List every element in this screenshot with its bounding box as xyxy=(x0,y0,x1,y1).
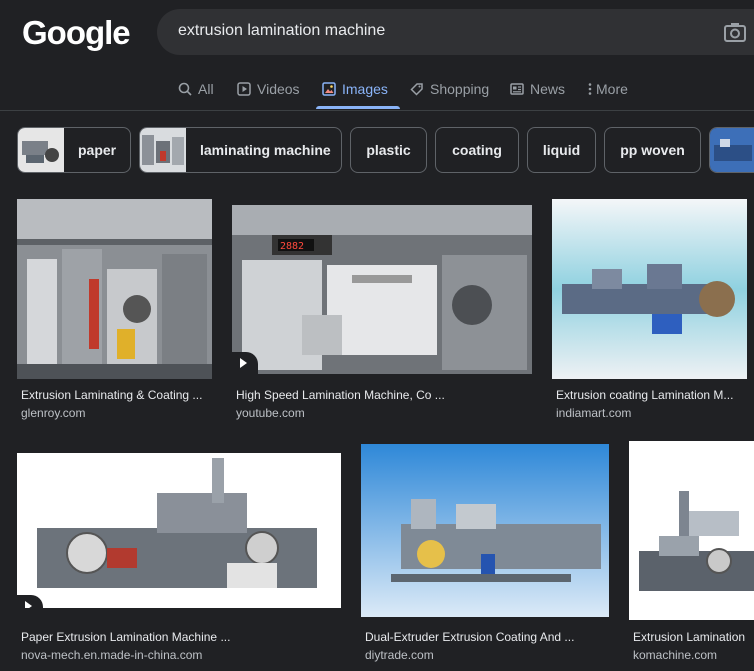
factory-machine-image xyxy=(17,199,212,379)
tab-all[interactable]: All xyxy=(178,70,214,108)
chip-liquid[interactable]: liquid xyxy=(527,127,596,173)
tab-label: All xyxy=(198,81,214,97)
tabs-divider xyxy=(0,110,754,111)
factory-machine-image xyxy=(361,444,609,617)
tab-label: Images xyxy=(342,81,388,97)
result-source: diytrade.com xyxy=(365,648,434,662)
chip-coating[interactable]: coating xyxy=(435,127,519,173)
tab-label: News xyxy=(530,81,566,97)
chip-label: liquid xyxy=(542,142,581,158)
factory-machine-image: 2882 xyxy=(232,205,532,374)
result-title[interactable]: Paper Extrusion Lamination Machine ... xyxy=(21,630,341,644)
chip-plastic[interactable]: plastic xyxy=(350,127,427,173)
search-input[interactable]: extrusion lamination machine xyxy=(178,22,385,40)
chip-thumbnail xyxy=(710,128,754,172)
chip-laminating-machine[interactable]: laminating machine xyxy=(139,127,342,173)
result-source: youtube.com xyxy=(236,406,305,420)
factory-machine-image xyxy=(629,441,754,620)
chip-thumbnail xyxy=(140,128,186,172)
camera-icon[interactable] xyxy=(724,22,746,42)
result-image[interactable] xyxy=(552,199,747,379)
result-source: glenroy.com xyxy=(21,406,86,420)
chip-pp-woven[interactable]: pp woven xyxy=(604,127,701,173)
news-icon xyxy=(510,83,524,95)
image-icon xyxy=(322,82,336,96)
chip-label: coating xyxy=(452,142,502,158)
chip-label: pp woven xyxy=(620,142,685,158)
result-image[interactable] xyxy=(629,441,754,620)
result-title[interactable]: Extrusion Laminating & Coating ... xyxy=(21,388,211,402)
search-bar[interactable]: extrusion lamination machine xyxy=(157,9,754,55)
tab-more[interactable]: More xyxy=(588,70,628,108)
result-title[interactable]: High Speed Lamination Machine, Co ... xyxy=(236,388,532,402)
result-title[interactable]: Extrusion Lamination xyxy=(633,630,754,644)
tab-images[interactable]: Images xyxy=(316,70,400,109)
chip-paper[interactable]: paper xyxy=(17,127,131,173)
google-logo[interactable]: Google xyxy=(22,14,131,52)
tab-news[interactable]: News xyxy=(510,70,565,108)
result-image[interactable] xyxy=(17,199,212,379)
video-play-icon xyxy=(232,352,258,374)
tab-shopping[interactable]: Shopping xyxy=(410,70,489,108)
result-image[interactable] xyxy=(361,444,609,617)
result-title[interactable]: Extrusion coating Lamination M... xyxy=(556,388,746,402)
video-icon xyxy=(237,82,251,96)
chip-label: laminating machine xyxy=(200,142,331,158)
chip-label: plastic xyxy=(366,142,411,158)
more-vert-icon xyxy=(588,83,592,95)
result-source: indiamart.com xyxy=(556,406,632,420)
tab-label: More xyxy=(596,81,628,97)
factory-machine-image xyxy=(552,199,747,379)
factory-machine-image xyxy=(17,453,341,608)
search-icon xyxy=(178,82,192,96)
tag-icon xyxy=(410,83,423,96)
result-image[interactable]: 2882 xyxy=(232,205,532,374)
chip-thumbnail xyxy=(18,128,64,172)
result-source: nova-mech.en.made-in-china.com xyxy=(21,648,203,662)
svg-text:2882: 2882 xyxy=(280,241,304,252)
tab-label: Shopping xyxy=(430,81,490,97)
result-title[interactable]: Dual-Extruder Extrusion Coating And ... xyxy=(365,630,609,644)
tab-label: Videos xyxy=(257,81,300,97)
search-tabs: All Videos Images Shopping News More xyxy=(0,70,754,110)
tab-videos[interactable]: Videos xyxy=(237,70,300,108)
result-image[interactable] xyxy=(17,453,341,608)
result-source: komachine.com xyxy=(633,648,718,662)
chip-label: paper xyxy=(78,142,117,158)
chip-partial[interactable] xyxy=(709,127,754,173)
